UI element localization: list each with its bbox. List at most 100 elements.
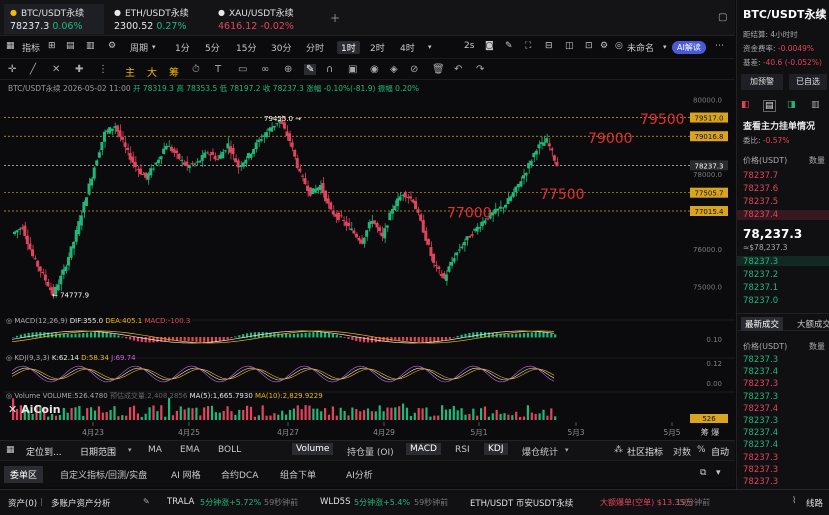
orderbook-view-icon[interactable]: ◧: [741, 100, 750, 110]
trade-row[interactable]: 78237.3: [743, 453, 778, 463]
indicator-oi[interactable]: 持仓量 (OI): [347, 445, 394, 458]
date-range-button[interactable]: 日期范围: [80, 445, 116, 458]
lock-icon[interactable]: ▣: [348, 64, 357, 75]
trend-icon[interactable]: ✚: [75, 64, 83, 75]
chip-button[interactable]: 筹: [169, 64, 179, 79]
interval-15m[interactable]: 15分: [236, 41, 256, 54]
tab-xau[interactable]: ● XAU/USDT永续 4616.12 -0.02%: [212, 4, 316, 34]
price-chart[interactable]: 80000.079000.078000.077000.076000.075000…: [0, 80, 735, 440]
interval-30m[interactable]: 30分: [271, 41, 291, 54]
eye-icon[interactable]: ◎: [6, 317, 12, 325]
eye-icon[interactable]: ◎: [6, 354, 12, 362]
indicator-boll[interactable]: BOLL: [218, 445, 241, 455]
auto-toggle[interactable]: 自动: [711, 445, 729, 458]
template-icon[interactable]: ◎: [615, 41, 623, 51]
layout-split-icon[interactable]: ⊟: [545, 41, 553, 51]
trade-row[interactable]: 78237.3: [743, 416, 778, 426]
indicator-macd[interactable]: MACD: [406, 443, 441, 455]
layers-icon[interactable]: ◈: [390, 64, 398, 75]
tab-ai-analysis[interactable]: AI分析: [346, 468, 373, 481]
indicator-rsi[interactable]: RSI: [455, 445, 470, 455]
tab-btc[interactable]: ● BTC/USDT永续 78237.3 0.06%: [4, 4, 104, 34]
edit-icon[interactable]: ✎: [505, 41, 513, 51]
tab-dca[interactable]: 合约DCA: [221, 468, 258, 481]
chevron-down-icon[interactable]: ▾: [663, 43, 667, 51]
add-tab-button[interactable]: +: [330, 11, 340, 25]
chevron-down-icon[interactable]: ▾: [565, 446, 569, 454]
ask-row[interactable]: 78237.4: [743, 210, 778, 220]
star-icon[interactable]: ●: [114, 8, 121, 17]
trade-row[interactable]: 78237.4: [743, 367, 778, 377]
ticker3-name[interactable]: ETH/USDT 币安USDT永续: [470, 497, 573, 509]
grid-icon[interactable]: ▦: [6, 445, 15, 455]
add-alert-button[interactable]: 加预警: [741, 74, 783, 90]
multi-account-link[interactable]: 多账户资产分析: [51, 497, 111, 509]
ticker1-name[interactable]: TRALA: [167, 497, 194, 507]
chevron-down-icon[interactable]: ▾: [428, 43, 432, 51]
horizontal-line-icon[interactable]: ⋮: [98, 64, 108, 75]
indicator-ma[interactable]: MA: [148, 445, 162, 455]
log-toggle[interactable]: 对数: [673, 445, 691, 458]
clock-icon[interactable]: ⏱: [192, 64, 200, 75]
star-icon[interactable]: ●: [218, 8, 225, 17]
pen-icon[interactable]: ✎: [304, 64, 317, 75]
bid-row[interactable]: 78237.2: [743, 270, 778, 280]
ruler-icon[interactable]: ▭: [238, 64, 247, 75]
collapse-icon[interactable]: ▾: [716, 468, 721, 478]
ask-row[interactable]: 78237.7: [743, 171, 778, 181]
compare-icon[interactable]: ⊞: [48, 41, 56, 51]
crosshair-icon[interactable]: ✛: [8, 64, 16, 75]
fullscreen-icon[interactable]: ⛶: [525, 41, 531, 51]
trade-row[interactable]: 78237.4: [743, 428, 778, 438]
indicator-volume[interactable]: Volume: [292, 443, 334, 455]
indicators-button[interactable]: 指标: [22, 41, 40, 54]
layout-icon[interactable]: ▥: [86, 41, 95, 51]
tab-custom-indicators[interactable]: 自定义指标/回测/实盘: [60, 468, 147, 481]
window-icon[interactable]: ▢: [718, 12, 727, 23]
more-icon[interactable]: ⋯: [715, 41, 724, 51]
gear-icon[interactable]: ⚙: [600, 41, 608, 51]
tab-latest-trades[interactable]: 最新成交: [741, 317, 784, 331]
indicator-liquidation[interactable]: 爆仓统计: [522, 445, 558, 458]
line-icon[interactable]: ╱: [30, 64, 36, 75]
trade-row[interactable]: 78237.3: [743, 392, 778, 402]
indicator-ema[interactable]: EMA: [180, 445, 200, 455]
camera-icon[interactable]: ◙: [485, 41, 494, 51]
assets-label[interactable]: 资产(0): [8, 497, 37, 509]
big-order-button[interactable]: 大: [147, 64, 157, 79]
trade-row[interactable]: 78237.3: [743, 477, 778, 487]
chevron-down-icon[interactable]: ▾: [128, 446, 132, 454]
bid-row[interactable]: 78237.3: [743, 257, 778, 267]
trade-row[interactable]: 78237.3: [743, 355, 778, 365]
settings-icon[interactable]: ⚙: [108, 41, 116, 51]
magnet-icon[interactable]: ∩: [326, 64, 333, 75]
main-orders-link[interactable]: 查看主力挂单情况: [743, 119, 815, 132]
save-icon[interactable]: ⊡: [585, 41, 593, 51]
orderbook-bids-icon[interactable]: ◨: [787, 100, 796, 110]
refresh-rate[interactable]: 2s: [464, 41, 474, 51]
trade-row[interactable]: 78237.3: [743, 465, 778, 475]
tab-order-area[interactable]: 委单区: [4, 466, 44, 483]
tab-big-trades[interactable]: 大额成交: [797, 318, 829, 330]
locate-button[interactable]: 定位到...: [26, 445, 62, 458]
orderbook-both-icon[interactable]: ▤: [763, 100, 776, 112]
ask-row[interactable]: 78237.6: [743, 184, 778, 194]
eye-icon[interactable]: ◉: [370, 64, 379, 75]
chevron-down-icon[interactable]: ▾: [152, 43, 156, 51]
calendar-icon[interactable]: ▤: [66, 41, 75, 51]
eye-icon[interactable]: ◎: [6, 392, 12, 400]
plugin-icon[interactable]: ⁂: [614, 445, 623, 455]
bid-row[interactable]: 78237.0: [743, 296, 778, 306]
interval-4h[interactable]: 4时: [400, 41, 415, 54]
chart-svg[interactable]: 80000.079000.078000.077000.076000.075000…: [0, 80, 735, 440]
percent-toggle[interactable]: %: [697, 445, 706, 455]
bid-row[interactable]: 78237.1: [743, 283, 778, 293]
interval-1h[interactable]: 1时: [337, 41, 360, 54]
period-button[interactable]: 周期: [130, 41, 148, 54]
ray-icon[interactable]: ✕: [52, 64, 60, 75]
orderbook-settings-icon[interactable]: ▥: [811, 100, 820, 110]
trade-row[interactable]: 78237.3: [743, 379, 778, 389]
redo-icon[interactable]: ↷: [476, 64, 484, 75]
template-name[interactable]: 未命名: [627, 41, 654, 54]
tab-eth[interactable]: ● ETH/USDT永续 2300.52 0.27%: [108, 4, 210, 34]
